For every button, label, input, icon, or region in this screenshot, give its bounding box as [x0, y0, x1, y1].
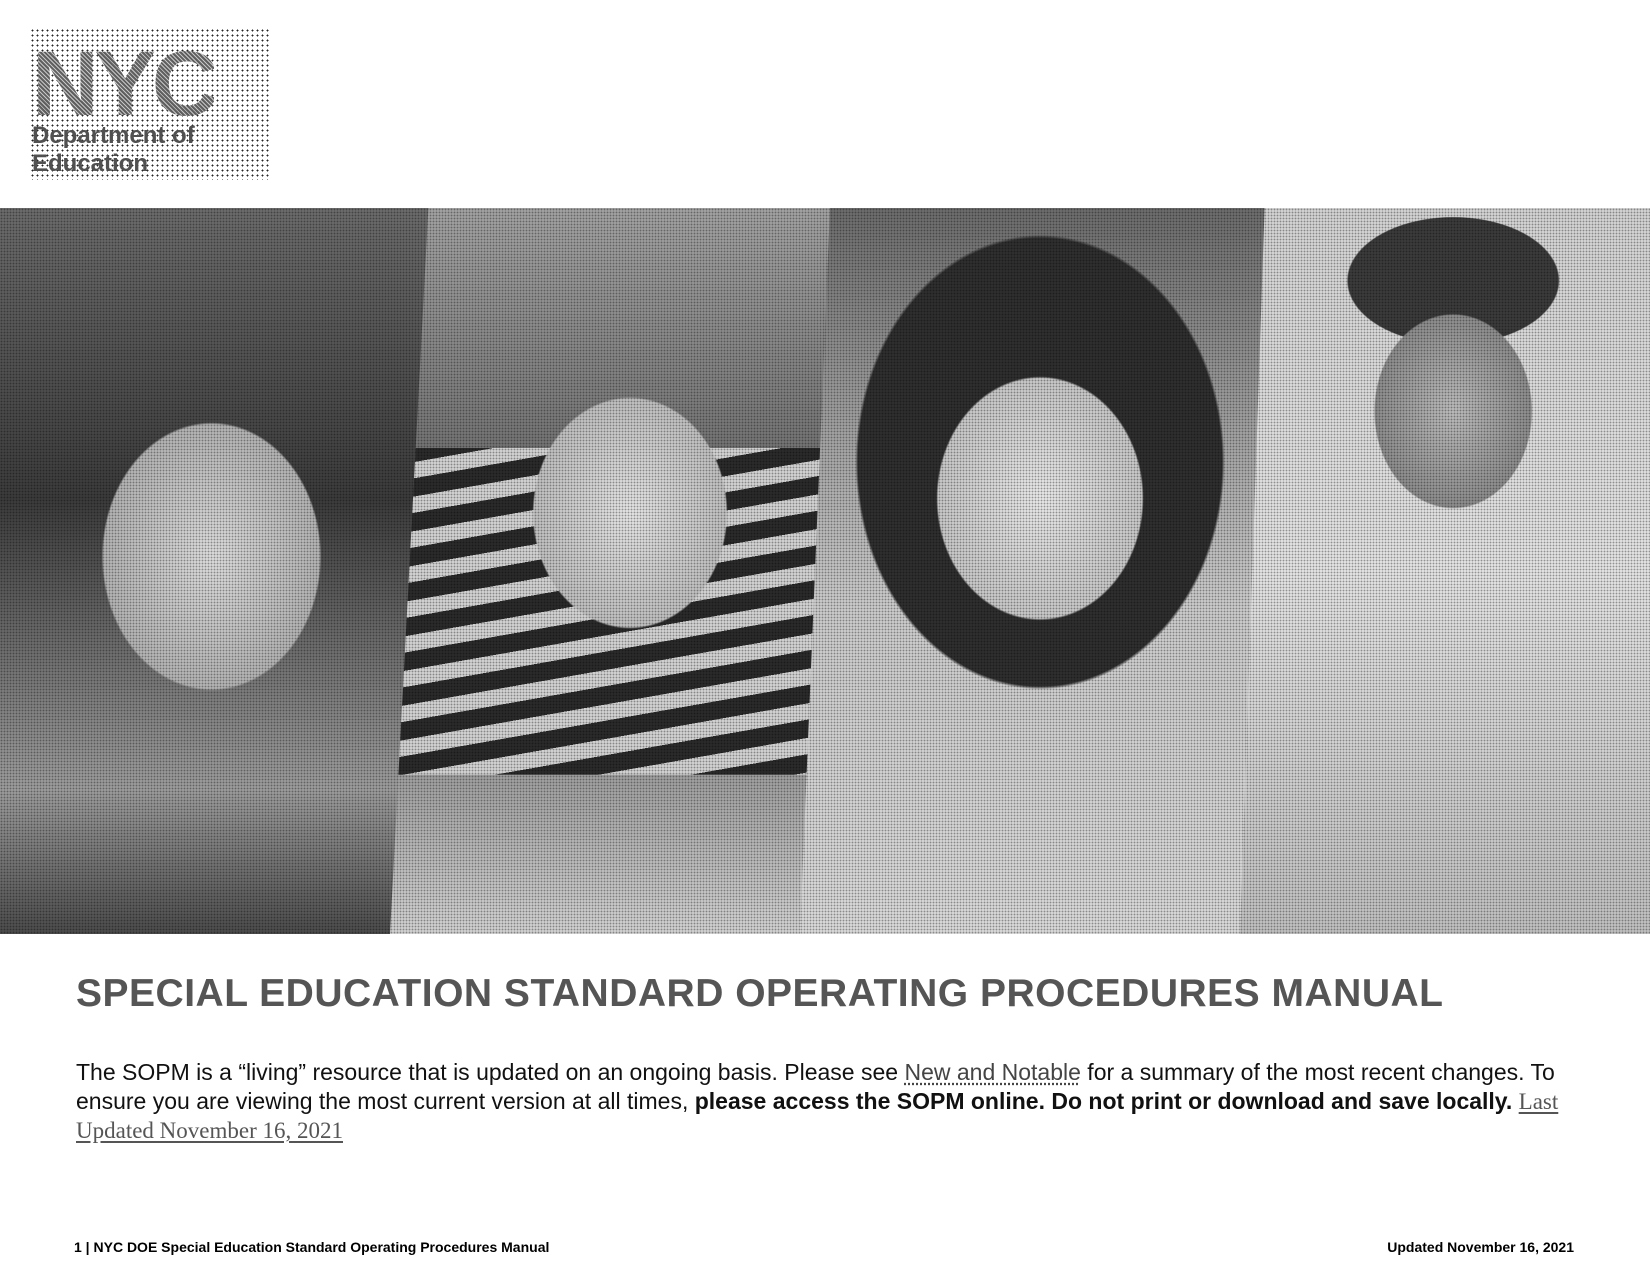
- footer-separator: |: [81, 1239, 94, 1255]
- intro-text-1: The SOPM is a “living” resource that is …: [76, 1059, 905, 1085]
- photo-panel-teen-backpack: [1240, 208, 1650, 934]
- footer-updated-date: Updated November 16, 2021: [1387, 1239, 1574, 1255]
- photo-panel-smiling-girl: [800, 208, 1300, 934]
- intro-warning-bold: please access the SOPM online. Do not pr…: [694, 1088, 1513, 1114]
- logo-education-text: Education: [32, 150, 149, 177]
- nyc-logo-mark: NYC: [32, 33, 218, 135]
- footer-left: 1 | NYC DOE Special Education Standard O…: [74, 1239, 549, 1255]
- logo-department-text: Department of: [32, 122, 195, 149]
- nyc-doe-logo: NYC Department of Education: [30, 28, 270, 180]
- intro-paragraph: The SOPM is a “living” resource that is …: [76, 1058, 1576, 1145]
- footer-doc-name: NYC DOE Special Education Standard Opera…: [93, 1239, 550, 1255]
- photo-panel-laughing-boy: [390, 208, 870, 934]
- page-number: 1: [74, 1239, 82, 1255]
- hero-photo-collage: [0, 208, 1650, 934]
- document-title: SPECIAL EDUCATION STANDARD OPERATING PRO…: [76, 972, 1444, 1015]
- new-and-notable-link[interactable]: New and Notable: [904, 1059, 1080, 1085]
